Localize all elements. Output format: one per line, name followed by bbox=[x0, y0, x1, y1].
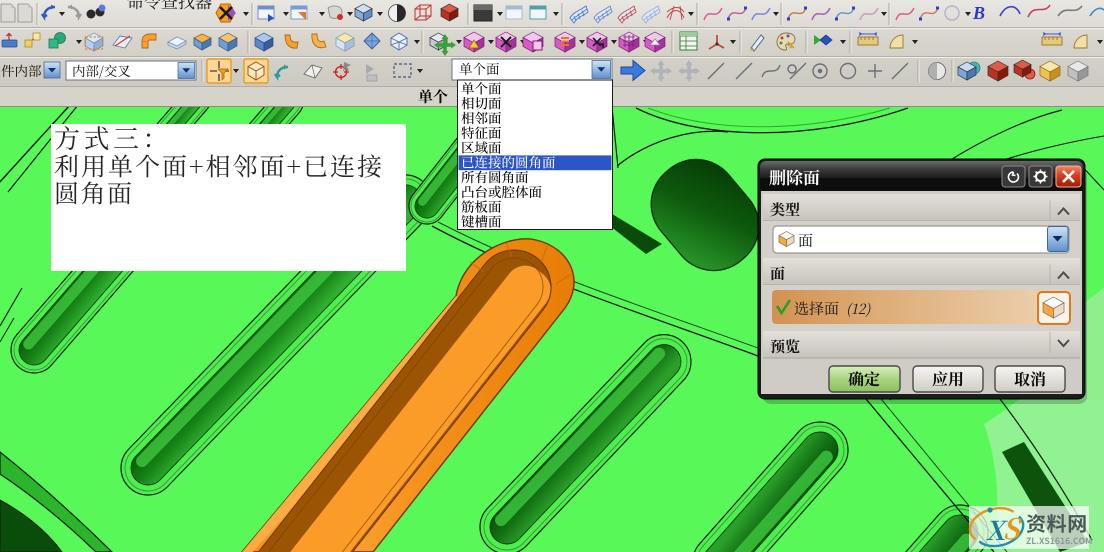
svg-text:B: B bbox=[972, 3, 985, 23]
